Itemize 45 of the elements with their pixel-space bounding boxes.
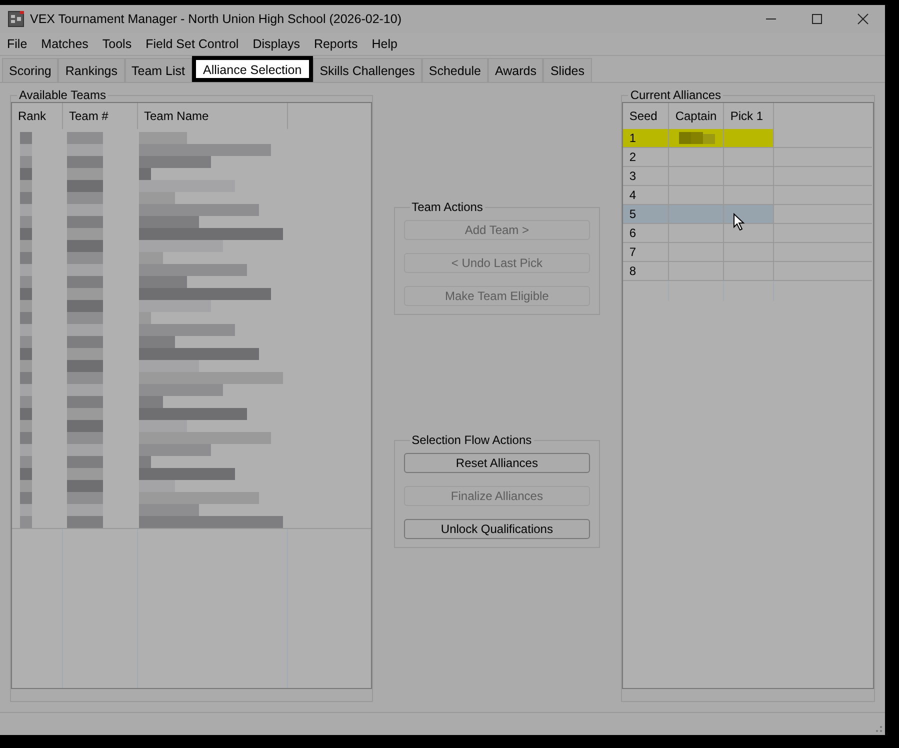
window-title: VEX Tournament Manager - North Union High School (2026-02-10) [30, 12, 402, 26]
table-cell: 3 [623, 167, 670, 185]
table-cell: 5 [623, 205, 670, 223]
tab[interactable]: Skills Challenges [312, 58, 422, 82]
menu-item[interactable]: Help [372, 37, 398, 51]
menu-item[interactable]: File [7, 37, 28, 51]
alliance-row[interactable]: 5 [623, 205, 872, 224]
alliance-row[interactable]: 1 [623, 129, 872, 148]
tab[interactable]: Awards [488, 58, 544, 82]
table-cell: 7 [623, 243, 670, 261]
group-title: Selection Flow Actions [410, 433, 533, 447]
tab[interactable]: Slides [543, 58, 592, 82]
group-title: Available Teams [18, 88, 107, 102]
alliance-row[interactable]: 2 [623, 148, 872, 167]
menu-item[interactable]: Matches [41, 37, 88, 51]
app-icon [8, 11, 24, 27]
group-title: Current Alliances [629, 88, 722, 102]
alliance-row[interactable]: 6 [623, 224, 872, 243]
alliance-row[interactable]: 8 [623, 262, 872, 281]
menu-item[interactable]: Field Set Control [146, 37, 239, 51]
tab[interactable]: Alliance Selection [192, 56, 313, 82]
table-cell: 6 [623, 224, 670, 242]
maximize-icon[interactable] [811, 13, 823, 25]
alliance-row[interactable]: 3 [623, 167, 872, 186]
table-cell: 1 [623, 129, 670, 147]
column-header: Rank [12, 103, 63, 129]
tab[interactable]: Team List [124, 58, 192, 82]
menu-item[interactable]: Reports [314, 37, 358, 51]
tab[interactable]: Rankings [58, 58, 125, 82]
column-header: Team # [63, 103, 138, 129]
tab[interactable]: Scoring [2, 58, 58, 82]
group-title: Team Actions [410, 200, 484, 214]
tab[interactable]: Schedule [422, 58, 488, 82]
action-button[interactable]: Unlock Qualifications [404, 519, 590, 539]
menu-item[interactable]: Tools [102, 37, 132, 51]
resize-grip-icon[interactable] [873, 723, 883, 733]
table-cell: 8 [623, 262, 670, 280]
mouse-pointer-icon [733, 213, 746, 231]
table-cell: 2 [623, 148, 670, 166]
action-button[interactable]: Reset Alliances [404, 453, 590, 473]
menu-item[interactable]: Displays [252, 37, 300, 51]
column-header: Team Name [138, 103, 288, 129]
close-icon[interactable] [857, 13, 869, 25]
alliance-row[interactable]: 7 [623, 243, 872, 262]
table-cell: 4 [623, 186, 670, 204]
